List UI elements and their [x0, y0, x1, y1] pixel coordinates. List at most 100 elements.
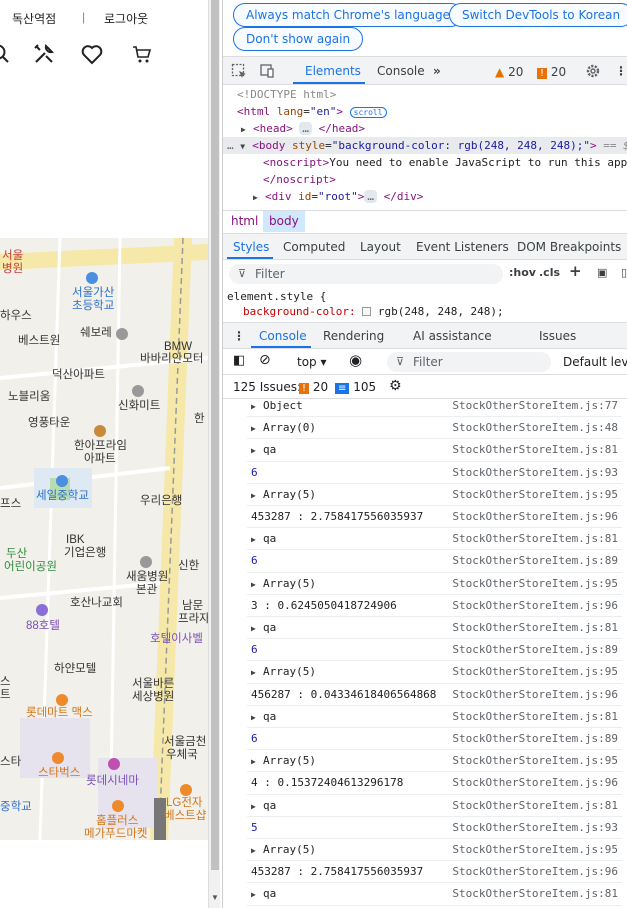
map-label[interactable]: 우체국	[166, 749, 198, 762]
map-label[interactable]: 스	[0, 676, 11, 689]
context-selector[interactable]: top ▾	[297, 355, 327, 369]
crumb-html[interactable]: html	[225, 211, 264, 232]
poi-pin-icon[interactable]	[116, 328, 128, 340]
console-message[interactable]: ▶ Array(5) StockOtherStoreItem.js:95	[247, 839, 622, 862]
console-message[interactable]: ▶ Array(5) StockOtherStoreItem.js:95	[247, 573, 622, 595]
source-link[interactable]: StockOtherStoreItem.js:96	[452, 776, 618, 789]
mart-pin-icon[interactable]	[56, 694, 68, 706]
source-link[interactable]: StockOtherStoreItem.js:48	[452, 421, 618, 434]
root-div-node[interactable]: ▶ <div id="root">… </div>	[253, 188, 423, 206]
map-label[interactable]: LG전자	[166, 797, 203, 810]
match-language-button[interactable]: Always match Chrome's language	[233, 3, 463, 27]
heart-icon[interactable]	[78, 40, 106, 68]
console-message[interactable]: ▶ Array(5) StockOtherStoreItem.js:95	[247, 661, 622, 684]
map-label[interactable]: 세상병원	[132, 691, 174, 704]
html-node[interactable]: <html lang="en"> scroll	[237, 103, 387, 121]
tab-event-listeners[interactable]: Event Listeners	[416, 240, 509, 254]
tools-icon[interactable]	[30, 40, 58, 68]
expand-arrow-icon[interactable]: ▶	[251, 535, 263, 544]
map-label[interactable]: 노블리움	[8, 391, 50, 404]
source-link[interactable]: StockOtherStoreItem.js:95	[452, 488, 618, 501]
source-link[interactable]: StockOtherStoreItem.js:95	[452, 665, 618, 678]
sidebar-toggle-icon[interactable]: ◧	[233, 353, 245, 368]
live-expression-eye-icon[interactable]: ◉	[349, 351, 362, 369]
map-label[interactable]: 어린이공원	[4, 561, 57, 574]
add-rule-icon[interactable]: +	[569, 262, 582, 280]
map-label[interactable]: 롯데마트 맥스	[26, 707, 93, 720]
expand-arrow-icon[interactable]: ▶	[251, 890, 263, 899]
map-label[interactable]: 쉐보레	[80, 327, 112, 340]
school-pin-icon[interactable]	[86, 272, 98, 284]
collapsed-ellipsis[interactable]: …	[364, 190, 377, 203]
map-label[interactable]: 덕산아파트	[52, 369, 105, 382]
map-label[interactable]: 기업은행	[64, 547, 106, 560]
map-label[interactable]: 중학교	[0, 801, 32, 814]
map-label[interactable]: 신화미트	[118, 400, 160, 413]
map-label[interactable]: 스타	[0, 756, 21, 769]
tab-dom-breakpoints[interactable]: DOM Breakpoints	[517, 240, 621, 254]
map-label[interactable]: 베스트원	[18, 335, 60, 348]
map-label[interactable]: 롯데시네마	[86, 775, 139, 788]
issues-error-count[interactable]: ! 20	[299, 380, 328, 394]
console-message[interactable]: ▶ qa StockOtherStoreItem.js:81	[247, 439, 622, 462]
map-label[interactable]: 호텔이사벨	[150, 633, 203, 646]
more-tabs-icon[interactable]: »	[433, 64, 441, 78]
hospital-pin-icon[interactable]	[140, 556, 152, 568]
expand-arrow-icon[interactable]: ▶	[251, 802, 263, 811]
map-label[interactable]: 서울바른	[132, 678, 174, 691]
doctype-node[interactable]: <!DOCTYPE html>	[237, 86, 336, 103]
map-label[interactable]: 본관	[136, 584, 157, 597]
console-message[interactable]: ▶ Array(5) StockOtherStoreItem.js:95	[247, 484, 622, 506]
source-link[interactable]: StockOtherStoreItem.js:81	[452, 710, 618, 723]
map-label[interactable]: 스타벅스	[38, 767, 80, 780]
map-label[interactable]: 베스트샵	[164, 810, 206, 823]
map-label[interactable]: IBK	[66, 534, 85, 547]
store-pin-icon[interactable]	[180, 784, 192, 796]
cart-icon[interactable]	[128, 40, 156, 68]
crumb-body[interactable]: body	[263, 211, 305, 232]
paint-icon[interactable]: ▣	[597, 266, 607, 279]
drawer-tab-ai-assistance[interactable]: AI assistance	[413, 329, 492, 343]
console-message[interactable]: ▶ qa StockOtherStoreItem.js:81	[247, 617, 622, 640]
expand-arrow-icon[interactable]: ▶	[251, 491, 263, 500]
device-toolbar-icon[interactable]	[259, 63, 275, 79]
scrollbar-thumb[interactable]	[211, 0, 219, 870]
map-label[interactable]: 프스	[0, 498, 21, 511]
map-label[interactable]: 서울가산	[72, 287, 114, 300]
drawer-tab-console[interactable]: Console	[259, 329, 307, 343]
map-label[interactable]: 우리은행	[140, 495, 182, 508]
poi-pin-icon[interactable]	[132, 385, 144, 397]
search-icon[interactable]	[0, 40, 14, 68]
class-toggle-button[interactable]: .cls	[539, 266, 560, 279]
styles-filter-input[interactable]: ⊽ Filter	[229, 264, 503, 284]
logout-link[interactable]: 로그아웃	[104, 10, 148, 27]
hover-state-button[interactable]: :hov	[509, 266, 536, 279]
apartment-pin-icon[interactable]	[94, 425, 106, 437]
source-link[interactable]: StockOtherStoreItem.js:93	[452, 466, 618, 479]
map-label[interactable]: 초등학교	[72, 300, 114, 313]
school-pin-icon[interactable]	[56, 475, 68, 487]
source-link[interactable]: StockOtherStoreItem.js:81	[452, 799, 618, 812]
expand-arrow-icon[interactable]: ▶	[251, 580, 263, 589]
expand-arrow-icon[interactable]: ▶	[251, 624, 263, 633]
map-label[interactable]: 88호텔	[26, 620, 60, 633]
tab-console[interactable]: Console	[377, 64, 425, 78]
issues-settings-icon[interactable]: ⚙	[389, 378, 402, 394]
expand-arrow-icon[interactable]: ▶	[251, 402, 263, 411]
switch-korean-button[interactable]: Switch DevTools to Korean	[449, 3, 627, 27]
map-label[interactable]: 바바리안모터	[140, 353, 203, 366]
map-label[interactable]: 아파트	[84, 453, 116, 466]
scroll-badge[interactable]: scroll	[349, 107, 387, 118]
source-link[interactable]: StockOtherStoreItem.js:95	[452, 843, 618, 856]
map-label[interactable]: 하우스	[0, 310, 32, 323]
issues-info-count[interactable]: ≡ 105	[335, 380, 376, 394]
cinema-pin-icon[interactable]	[108, 758, 120, 770]
settings-gear-icon[interactable]	[585, 63, 601, 79]
log-levels-dropdown[interactable]: Default leve	[563, 355, 627, 369]
console-message[interactable]: ▶ Array(5) StockOtherStoreItem.js:95	[247, 750, 622, 773]
map-label[interactable]: 홈플러스	[96, 815, 138, 828]
more-options-icon[interactable]: ⋮	[615, 64, 627, 78]
clear-console-icon[interactable]: ⊘	[259, 352, 271, 368]
cafe-pin-icon[interactable]	[52, 752, 64, 764]
source-link[interactable]: StockOtherStoreItem.js:93	[452, 821, 618, 834]
